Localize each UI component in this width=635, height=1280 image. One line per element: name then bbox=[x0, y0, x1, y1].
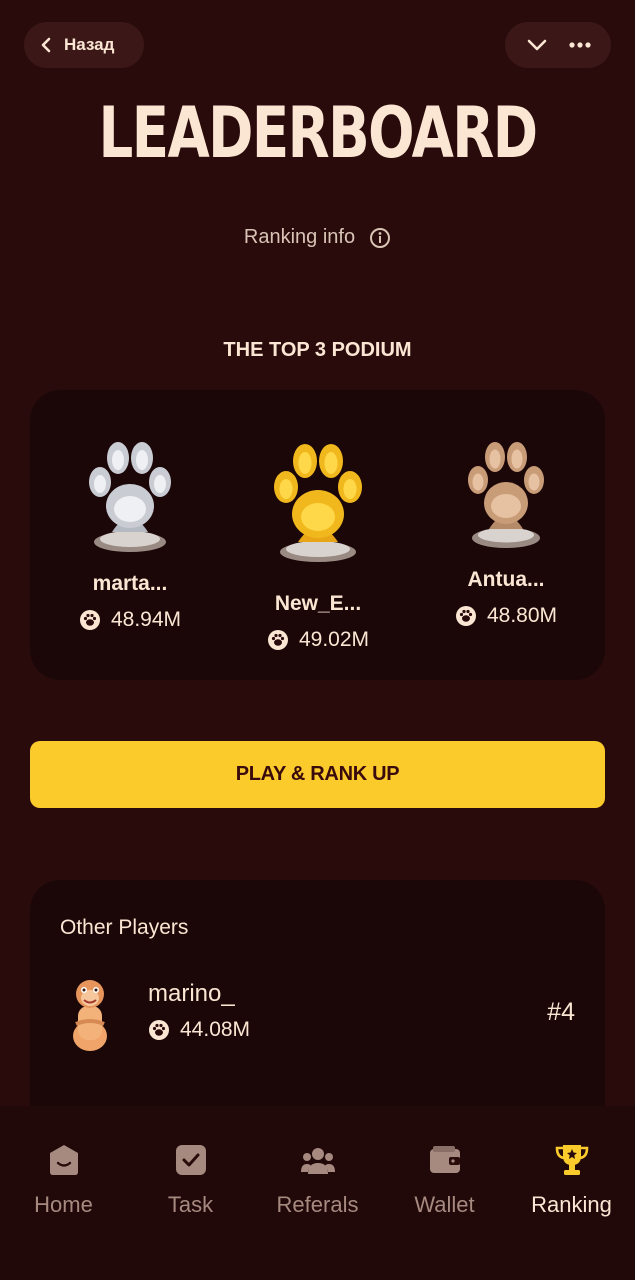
ranking-info-link[interactable]: Ranking info bbox=[0, 226, 635, 249]
play-rank-up-button[interactable]: PLAY & RANK UP bbox=[30, 741, 605, 808]
nav-label-referals: Referals bbox=[276, 1192, 359, 1217]
more-icon[interactable] bbox=[567, 32, 593, 58]
nav-item-task[interactable]: Task bbox=[133, 1142, 248, 1218]
nav-label-task: Task bbox=[167, 1192, 214, 1217]
podium-first-score: 49.02M bbox=[233, 628, 403, 652]
podium-card: marta... 48.94M New_E... 49.02M Antua...… bbox=[30, 390, 605, 680]
bronze-paw-trophy-icon bbox=[468, 442, 544, 548]
other-players-title: Other Players bbox=[60, 916, 189, 939]
ranking-info-label: Ranking info bbox=[243, 226, 356, 248]
page-title: LEADERBOARD bbox=[98, 92, 538, 174]
podium-second-place[interactable]: marta... 48.94M bbox=[45, 434, 215, 632]
paw-coin-icon bbox=[79, 610, 100, 630]
gold-paw-trophy-icon bbox=[274, 444, 362, 562]
home-icon bbox=[49, 1145, 78, 1175]
top-bar: Назад bbox=[24, 22, 611, 68]
podium-third-name: Antua... bbox=[467, 568, 545, 591]
podium-third-score: 48.80M bbox=[421, 604, 591, 628]
paw-coin-icon bbox=[149, 1020, 169, 1040]
podium-second-score: 48.94M bbox=[45, 608, 215, 632]
podium-third-score-value: 48.80M bbox=[486, 604, 558, 627]
nav-item-referals[interactable]: Referals bbox=[260, 1142, 375, 1218]
bottom-nav: Home Task Referals Wallet Ranking bbox=[0, 1106, 635, 1280]
window-controls bbox=[505, 22, 611, 68]
nav-item-home[interactable]: Home bbox=[6, 1142, 121, 1218]
nav-label-ranking: Ranking bbox=[531, 1192, 612, 1217]
paw-coin-icon bbox=[455, 606, 476, 626]
other-players-card: Other Players marino_ 44.08M #4 bbox=[30, 880, 605, 1140]
nav-item-wallet[interactable]: Wallet bbox=[387, 1142, 502, 1218]
player-name: marino_ bbox=[148, 980, 235, 1007]
nav-item-ranking[interactable]: Ranking bbox=[514, 1142, 629, 1218]
player-score-value: 44.08M bbox=[180, 1018, 251, 1041]
wallet-icon bbox=[429, 1146, 460, 1173]
referrals-icon bbox=[300, 1148, 335, 1174]
podium-third-place[interactable]: Antua... 48.80M bbox=[421, 434, 591, 628]
task-icon bbox=[175, 1145, 206, 1175]
back-button-label: Назад bbox=[64, 35, 115, 54]
nav-label-wallet: Wallet bbox=[414, 1192, 475, 1217]
trophy-icon bbox=[555, 1145, 588, 1175]
player-score: 44.08M bbox=[148, 1018, 250, 1042]
back-button[interactable]: Назад bbox=[24, 22, 144, 68]
chevron-down-icon[interactable] bbox=[524, 32, 550, 58]
podium-title: THE TOP 3 PODIUM bbox=[223, 339, 412, 361]
silver-paw-trophy-icon bbox=[89, 442, 171, 552]
player-row[interactable]: marino_ 44.08M #4 bbox=[60, 976, 575, 1056]
podium-second-score-value: 48.94M bbox=[110, 608, 182, 631]
avatar bbox=[73, 980, 107, 1051]
player-rank: #4 bbox=[547, 998, 575, 1026]
info-icon bbox=[370, 227, 391, 248]
podium-second-name: marta... bbox=[92, 572, 168, 595]
paw-coin-icon bbox=[267, 630, 288, 650]
podium-first-score-value: 49.02M bbox=[298, 628, 370, 651]
nav-label-home: Home bbox=[34, 1192, 93, 1217]
podium-first-place[interactable]: New_E... 49.02M bbox=[233, 434, 403, 652]
chevron-left-icon bbox=[41, 37, 51, 53]
podium-first-name: New_E... bbox=[274, 592, 362, 615]
